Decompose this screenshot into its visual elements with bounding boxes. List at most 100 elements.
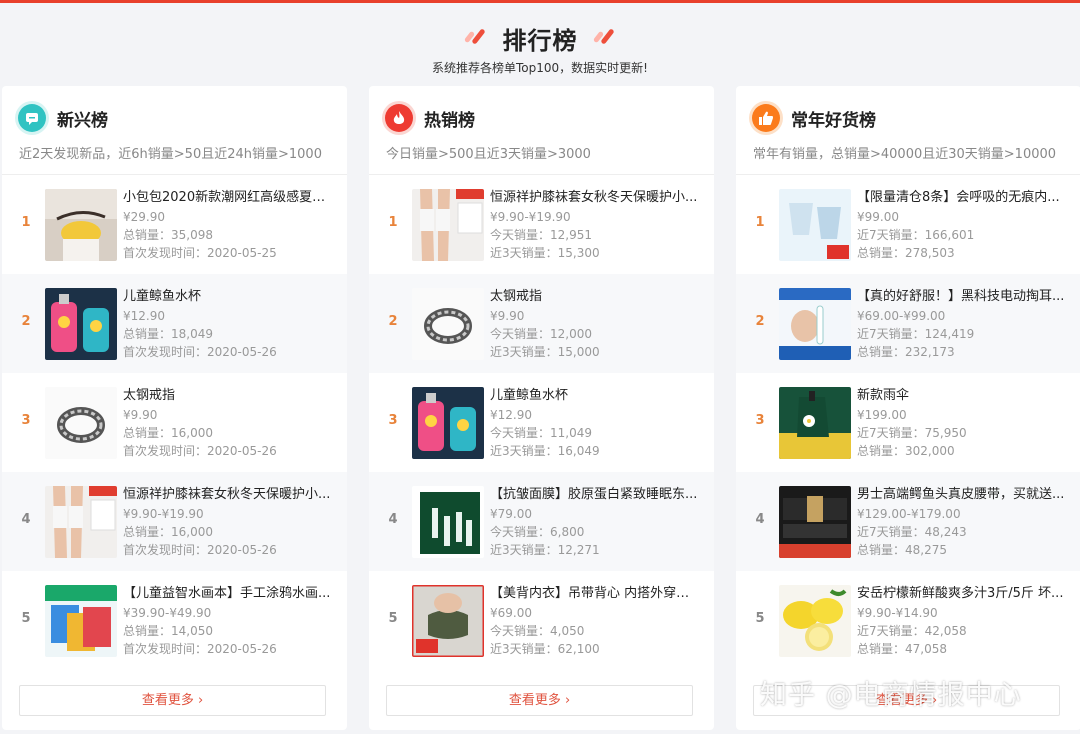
product-name[interactable]: 新款雨伞	[857, 386, 1067, 406]
product-image[interactable]	[779, 486, 851, 558]
thumbs-up-icon	[752, 104, 780, 132]
product-stat: 首次发现时间：2020-05-26	[123, 444, 277, 458]
list-item[interactable]: 1 小包包2020新款潮网红高级感夏天... ¥29.90 总销量：35,098…	[2, 175, 347, 274]
product-stat: 总销量：16,000	[123, 426, 213, 440]
ranking-card-new: 新兴榜 近2天发现新品，近6h销量>50且近24h销量>1000 1 小包包20…	[2, 86, 347, 730]
product-info: 【真的好舒服！】黑科技电动掏耳... ¥69.00-¥99.00 近7天销量：1…	[857, 287, 1067, 361]
product-price: ¥199.00	[857, 408, 907, 422]
rank-number: 2	[388, 314, 398, 329]
product-image[interactable]	[412, 189, 484, 261]
product-name[interactable]: 【美背内衣】吊带背心 内搭外穿都...	[490, 584, 700, 604]
list-item[interactable]: 4 男士高端鳄鱼头真皮腰带，买就送... ¥129.00-¥179.00 近7天…	[736, 472, 1080, 571]
product-stat: 首次发现时间：2020-05-26	[123, 642, 277, 656]
list-item[interactable]: 2 【真的好舒服！】黑科技电动掏耳... ¥69.00-¥99.00 近7天销量…	[736, 274, 1080, 373]
ranking-list: 1 小包包2020新款潮网红高级感夏天... ¥29.90 总销量：35,098…	[2, 175, 347, 670]
product-price: ¥129.00-¥179.00	[857, 507, 961, 521]
product-price: ¥9.90	[490, 309, 525, 323]
list-item[interactable]: 5 安岳柠檬新鲜酸爽多汁3斤/5斤 坏... ¥9.90-¥14.90 近7天销…	[736, 571, 1080, 670]
product-info: 【儿童益智水画本】手工涂鸦水画... ¥39.90-¥49.90 总销量：14,…	[123, 584, 333, 658]
product-stat: 总销量：16,000	[123, 525, 213, 539]
list-item[interactable]: 4 【抗皱面膜】胶原蛋白紧致睡眠东... ¥79.00 今天销量：6,800 近…	[369, 472, 714, 571]
product-image[interactable]	[779, 585, 851, 657]
product-image[interactable]	[45, 288, 117, 360]
rank-number: 2	[755, 314, 765, 329]
list-item[interactable]: 4 恒源祥护膝袜套女秋冬天保暖护小... ¥9.90-¥19.90 总销量：16…	[2, 472, 347, 571]
rank-number: 4	[388, 512, 398, 527]
product-price: ¥79.00	[490, 507, 532, 521]
product-image[interactable]	[779, 387, 851, 459]
view-more-button[interactable]: 查看更多 ›	[386, 685, 693, 716]
list-item[interactable]: 2 儿童鲸鱼水杯 ¥12.90 总销量：18,049 首次发现时间：2020-0…	[2, 274, 347, 373]
rank-number: 3	[388, 413, 398, 428]
product-name[interactable]: 男士高端鳄鱼头真皮腰带，买就送...	[857, 485, 1067, 505]
card-title: 热销榜	[424, 111, 475, 131]
product-stat: 近3天销量：15,300	[490, 246, 600, 260]
list-item[interactable]: 1 恒源祥护膝袜套女秋冬天保暖护小... ¥9.90-¥19.90 今天销量：1…	[369, 175, 714, 274]
product-name[interactable]: 儿童鲸鱼水杯	[490, 386, 700, 406]
list-item[interactable]: 3 儿童鲸鱼水杯 ¥12.90 今天销量：11,049 近3天销量：16,049	[369, 373, 714, 472]
card-header: 新兴榜 近2天发现新品，近6h销量>50且近24h销量>1000	[2, 86, 347, 175]
rank-number: 5	[388, 611, 398, 626]
list-item[interactable]: 2 太钢戒指 ¥9.90 今天销量：12,000 近3天销量：15,000	[369, 274, 714, 373]
card-description: 今日销量>500且近3天销量>3000	[386, 147, 591, 162]
ranking-list: 1 恒源祥护膝袜套女秋冬天保暖护小... ¥9.90-¥19.90 今天销量：1…	[369, 175, 714, 670]
card-title: 新兴榜	[57, 111, 108, 131]
product-name[interactable]: 小包包2020新款潮网红高级感夏天...	[123, 188, 333, 208]
list-item[interactable]: 3 太钢戒指 ¥9.90 总销量：16,000 首次发现时间：2020-05-2…	[2, 373, 347, 472]
product-image[interactable]	[412, 486, 484, 558]
product-image[interactable]	[45, 585, 117, 657]
product-name[interactable]: 儿童鲸鱼水杯	[123, 287, 333, 307]
product-price: ¥9.90-¥14.90	[857, 606, 938, 620]
product-stat: 总销量：35,098	[123, 228, 213, 242]
product-stat: 近3天销量：15,000	[490, 345, 600, 359]
view-more-button[interactable]: 查看更多 ›	[19, 685, 326, 716]
product-stat: 首次发现时间：2020-05-26	[123, 345, 277, 359]
product-image[interactable]	[412, 387, 484, 459]
product-name[interactable]: 太钢戒指	[123, 386, 333, 406]
rank-number: 1	[388, 215, 398, 230]
product-image[interactable]	[45, 387, 117, 459]
ranking-list: 1 【限量清仓8条】会呼吸的无痕内... ¥99.00 近7天销量：166,60…	[736, 175, 1080, 670]
list-item[interactable]: 5 【儿童益智水画本】手工涂鸦水画... ¥39.90-¥49.90 总销量：1…	[2, 571, 347, 670]
product-image[interactable]	[779, 288, 851, 360]
product-stat: 近7天销量：42,058	[857, 624, 967, 638]
product-name[interactable]: 恒源祥护膝袜套女秋冬天保暖护小...	[123, 485, 333, 505]
product-image[interactable]	[412, 585, 484, 657]
product-info: 儿童鲸鱼水杯 ¥12.90 今天销量：11,049 近3天销量：16,049	[490, 386, 700, 460]
product-image[interactable]	[779, 189, 851, 261]
chat-icon	[18, 104, 46, 132]
product-stat: 总销量：14,050	[123, 624, 213, 638]
product-name[interactable]: 【抗皱面膜】胶原蛋白紧致睡眠东...	[490, 485, 700, 505]
list-item[interactable]: 1 【限量清仓8条】会呼吸的无痕内... ¥99.00 近7天销量：166,60…	[736, 175, 1080, 274]
product-image[interactable]	[45, 486, 117, 558]
product-stat: 总销量：48,275	[857, 543, 947, 557]
product-name[interactable]: 安岳柠檬新鲜酸爽多汁3斤/5斤 坏...	[857, 584, 1067, 604]
card-description: 常年有销量，总销量>40000且近30天销量>10000	[753, 147, 1057, 162]
product-image[interactable]	[412, 288, 484, 360]
product-stat: 首次发现时间：2020-05-26	[123, 543, 277, 557]
page-subtitle: 系统推荐各榜单Top100，数据实时更新!	[432, 61, 648, 75]
product-stat: 今天销量：12,000	[490, 327, 592, 341]
product-price: ¥39.90-¥49.90	[123, 606, 212, 620]
product-stat: 近7天销量：166,601	[857, 228, 975, 242]
product-name[interactable]: 【真的好舒服！】黑科技电动掏耳...	[857, 287, 1067, 307]
product-stat: 近3天销量：62,100	[490, 642, 600, 656]
flame-icon	[385, 104, 413, 132]
product-stat: 今天销量：4,050	[490, 624, 585, 638]
slash-decoration-icon	[592, 27, 618, 49]
product-name[interactable]: 太钢戒指	[490, 287, 700, 307]
product-info: 恒源祥护膝袜套女秋冬天保暖护小... ¥9.90-¥19.90 总销量：16,0…	[123, 485, 333, 559]
product-info: 儿童鲸鱼水杯 ¥12.90 总销量：18,049 首次发现时间：2020-05-…	[123, 287, 333, 361]
list-item[interactable]: 3 新款雨伞 ¥199.00 近7天销量：75,950 总销量：302,000	[736, 373, 1080, 472]
product-info: 太钢戒指 ¥9.90 今天销量：12,000 近3天销量：15,000	[490, 287, 700, 361]
top-accent-line	[0, 0, 1080, 3]
product-info: 【美背内衣】吊带背心 内搭外穿都... ¥69.00 今天销量：4,050 近3…	[490, 584, 700, 658]
product-price: ¥9.90	[123, 408, 158, 422]
list-item[interactable]: 5 【美背内衣】吊带背心 内搭外穿都... ¥69.00 今天销量：4,050 …	[369, 571, 714, 670]
product-image[interactable]	[45, 189, 117, 261]
product-name[interactable]: 恒源祥护膝袜套女秋冬天保暖护小...	[490, 188, 700, 208]
product-name[interactable]: 【限量清仓8条】会呼吸的无痕内...	[857, 188, 1067, 208]
product-name[interactable]: 【儿童益智水画本】手工涂鸦水画...	[123, 584, 333, 604]
product-price: ¥69.00-¥99.00	[857, 309, 946, 323]
card-title: 常年好货榜	[791, 111, 876, 131]
